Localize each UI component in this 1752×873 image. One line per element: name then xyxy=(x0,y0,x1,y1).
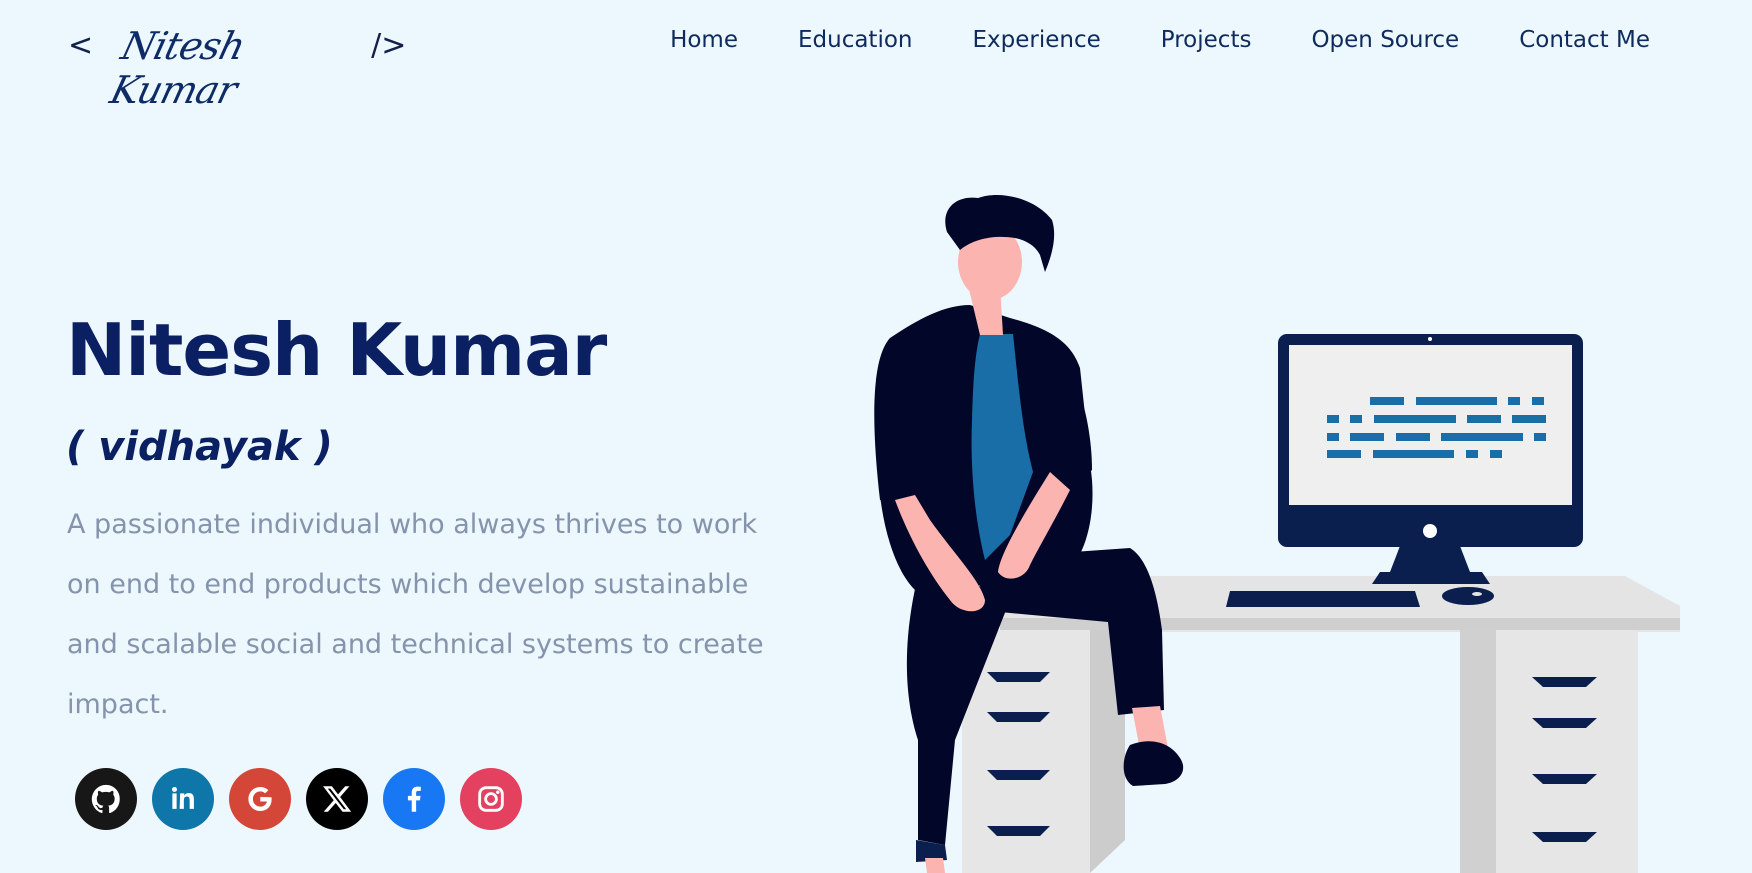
x-button[interactable] xyxy=(306,768,368,830)
nav-contact-me[interactable]: Contact Me xyxy=(1519,27,1650,53)
keyboard xyxy=(1226,591,1420,607)
monitor-screen xyxy=(1289,345,1572,505)
logo-link[interactable]: < Nitesh Kumar /> xyxy=(68,14,407,112)
logo-signature: Nitesh Kumar xyxy=(106,14,357,112)
logo-close-bracket: /> xyxy=(371,27,407,63)
linkedin-button[interactable] xyxy=(152,768,214,830)
nav-experience[interactable]: Experience xyxy=(973,27,1101,53)
desk-leg-right xyxy=(1460,630,1498,873)
logo-open-bracket: < xyxy=(68,27,94,63)
nav-projects[interactable]: Projects xyxy=(1161,27,1252,53)
mouse xyxy=(1442,587,1494,605)
google-icon xyxy=(248,786,272,812)
facebook-button[interactable] xyxy=(383,768,445,830)
nav-home[interactable]: Home xyxy=(670,27,738,53)
hero-name: Nitesh Kumar xyxy=(66,308,607,392)
hero-illustration xyxy=(874,194,1680,873)
github-button[interactable] xyxy=(75,768,137,830)
facebook-icon xyxy=(407,786,421,812)
github-icon xyxy=(91,784,120,814)
hero-alias: ( vidhayak ) xyxy=(66,424,333,470)
instagram-icon xyxy=(478,786,504,812)
nav-open-source[interactable]: Open Source xyxy=(1311,27,1459,53)
instagram-button[interactable] xyxy=(460,768,522,830)
main-nav: Home Education Experience Projects Open … xyxy=(670,27,1650,53)
nav-education[interactable]: Education xyxy=(798,27,913,53)
logo-signature-text: Nitesh Kumar xyxy=(106,24,250,112)
hero-bio: A passionate individual who always thriv… xyxy=(67,509,764,720)
monitor-stand xyxy=(1390,546,1470,572)
x-icon xyxy=(323,786,352,812)
linkedin-icon xyxy=(172,786,194,809)
social-links xyxy=(75,768,522,830)
google-button[interactable] xyxy=(229,768,291,830)
